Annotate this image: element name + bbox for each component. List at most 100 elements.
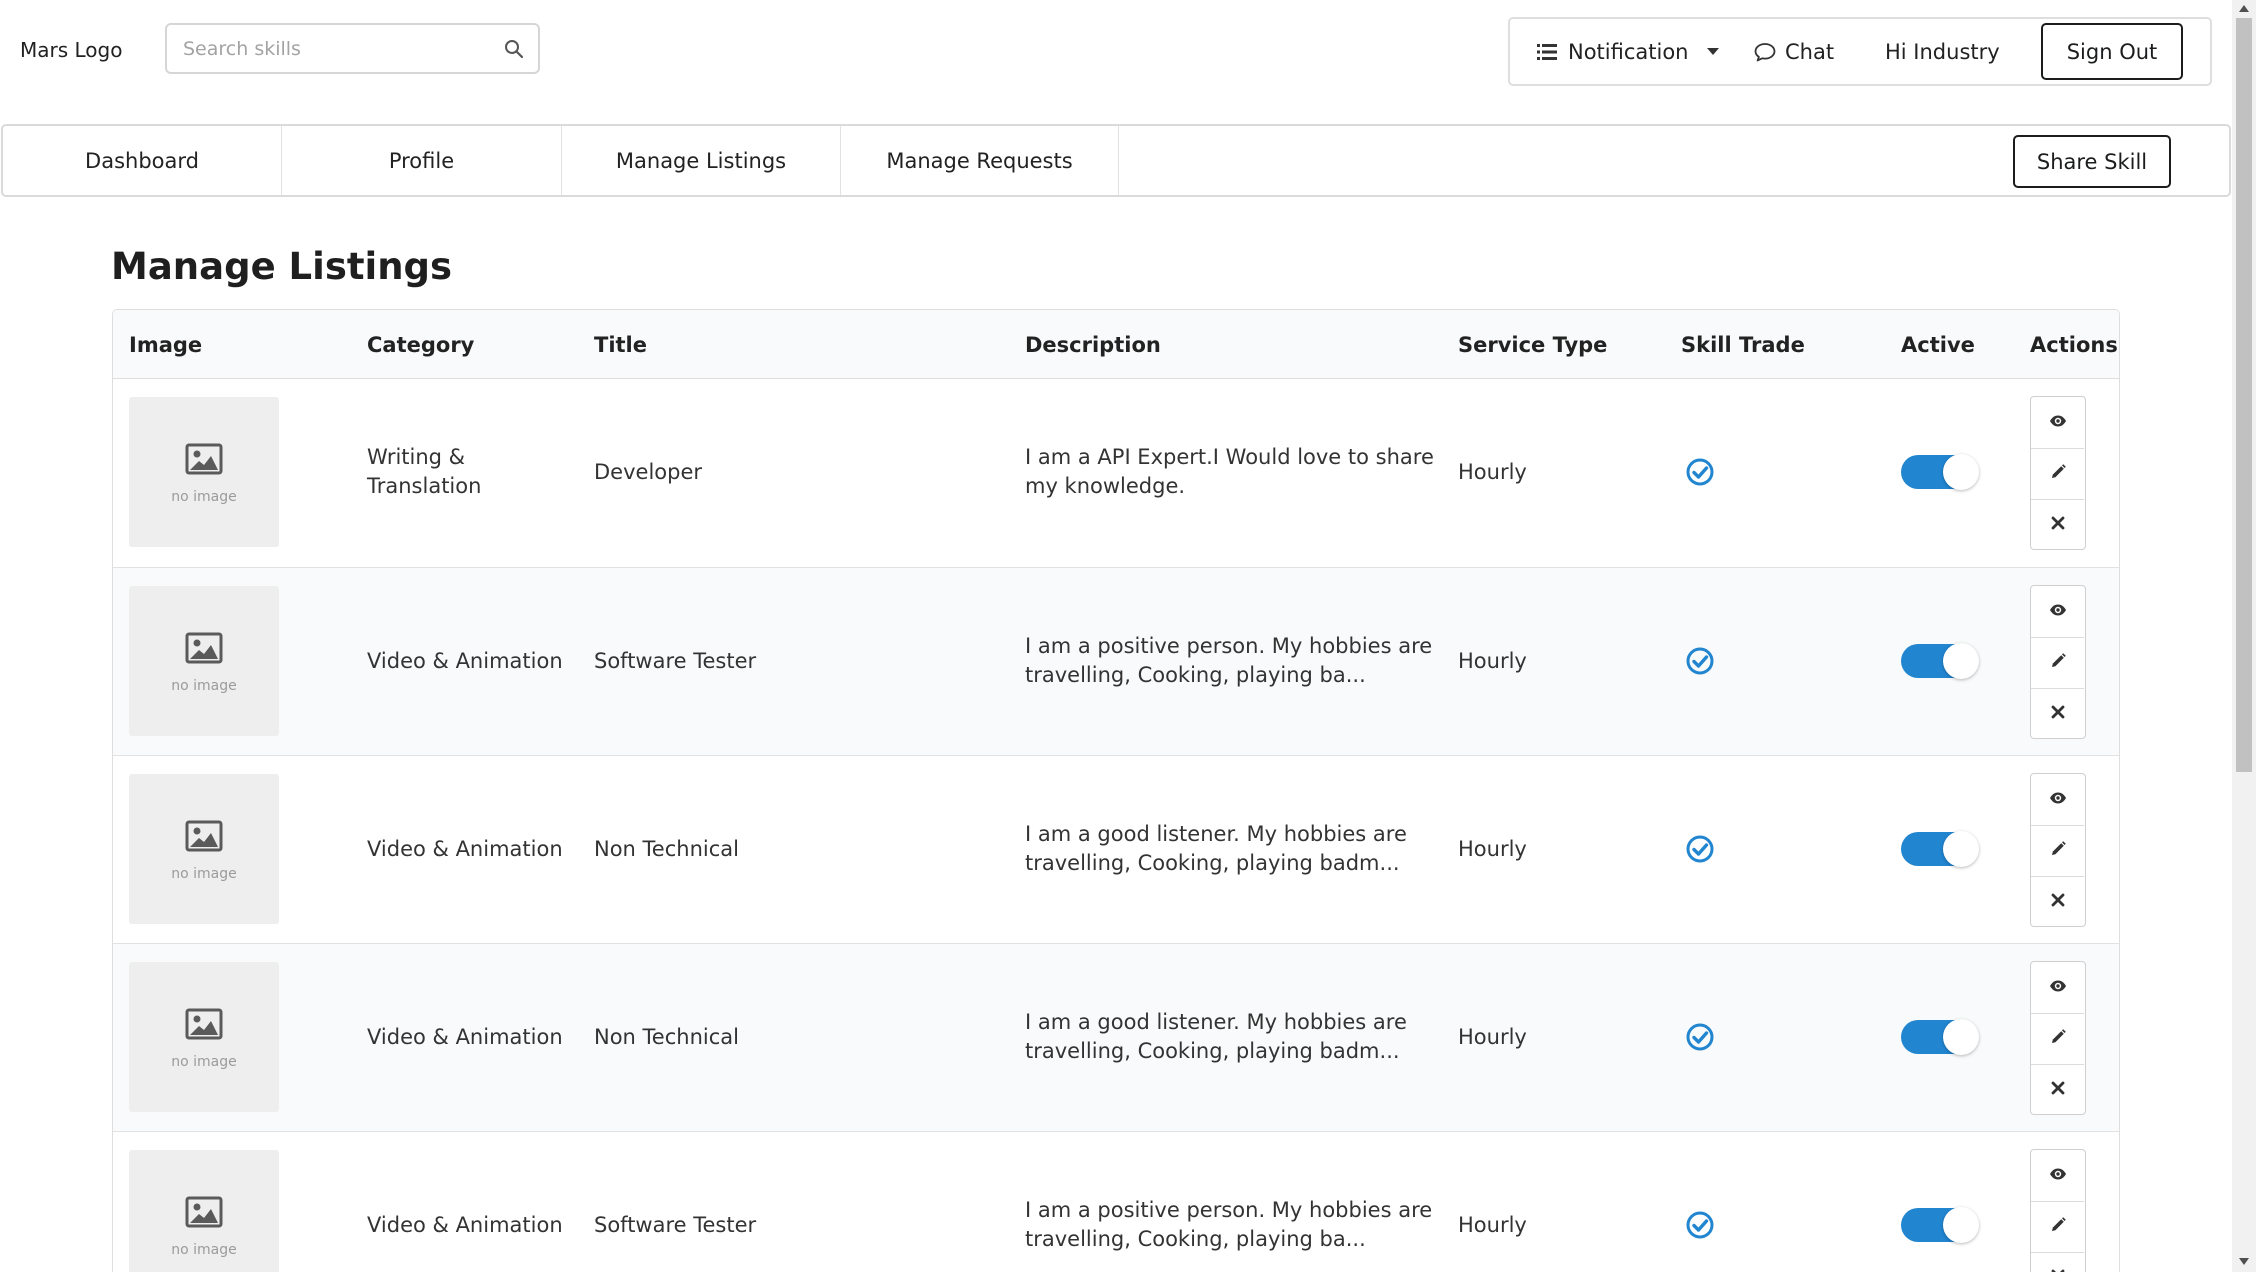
- eye-icon: [2049, 601, 2067, 623]
- image-icon: [185, 1196, 223, 1228]
- column-header-description: Description: [1025, 332, 1161, 357]
- table-row: no image Video & Animation Software Tester…: [113, 567, 2119, 755]
- close-icon: [2049, 1267, 2067, 1272]
- close-icon: [2049, 514, 2067, 536]
- search-input[interactable]: [183, 35, 483, 63]
- delete-button[interactable]: [2031, 499, 2084, 550]
- cell-title: Software Tester: [594, 648, 757, 673]
- row-actions: [2030, 773, 2086, 927]
- tab-manage-listings[interactable]: Manage Listings: [562, 126, 841, 195]
- cell-service-type: Hourly: [1458, 836, 1527, 861]
- caret-down-icon: [1706, 48, 1719, 55]
- active-toggle[interactable]: [1901, 1019, 1979, 1055]
- eye-icon: [2049, 977, 2067, 999]
- check-circle-icon: [1686, 1023, 1714, 1051]
- user-menu: Notification Chat Hi Industry Sign Out: [1508, 17, 2212, 86]
- cell-description: I am a positive person. My hobbies are t…: [1025, 1198, 1433, 1251]
- pencil-icon: [2049, 840, 2067, 862]
- toggle-knob: [1943, 1019, 1979, 1055]
- edit-button[interactable]: [2031, 1013, 2084, 1064]
- column-header-category: Category: [367, 332, 475, 357]
- check-circle-icon: [1686, 458, 1714, 486]
- image-icon: [185, 443, 223, 475]
- cell-title: Developer: [594, 459, 703, 484]
- pencil-icon: [2049, 1028, 2067, 1050]
- scroll-down-arrow-icon[interactable]: [2239, 1258, 2249, 1265]
- close-icon: [2049, 703, 2067, 725]
- toggle-knob: [1943, 1207, 1979, 1243]
- toggle-knob: [1943, 831, 1979, 867]
- search-box[interactable]: [165, 23, 540, 74]
- table-header: Image Category Title Description Service…: [113, 310, 2119, 379]
- image-icon: [185, 632, 223, 664]
- row-actions: [2030, 585, 2086, 739]
- no-image-text: no image: [171, 866, 237, 882]
- cell-category: Video & Animation: [367, 648, 563, 673]
- check-circle-icon: [1686, 835, 1714, 863]
- edit-button[interactable]: [2031, 1201, 2084, 1252]
- active-toggle[interactable]: [1901, 1207, 1979, 1243]
- cell-category: Video & Animation: [367, 836, 563, 861]
- column-header-title: Title: [594, 332, 648, 357]
- chat-bubble-icon: [1754, 42, 1776, 61]
- list-icon: [1537, 43, 1557, 60]
- search-icon[interactable]: [504, 39, 524, 59]
- sign-out-button[interactable]: Sign Out: [2041, 23, 2183, 80]
- cell-service-type: Hourly: [1458, 648, 1527, 673]
- view-button[interactable]: [2031, 962, 2084, 1013]
- view-button[interactable]: [2031, 586, 2084, 637]
- eye-icon: [2049, 1165, 2067, 1187]
- user-greeting[interactable]: Hi Industry: [1885, 19, 2000, 84]
- chat-link[interactable]: Chat: [1753, 19, 1834, 84]
- tab-profile[interactable]: Profile: [282, 126, 562, 195]
- toggle-knob: [1943, 643, 1979, 679]
- view-button[interactable]: [2031, 774, 2084, 825]
- notification-dropdown[interactable]: Notification: [1537, 19, 1719, 84]
- cell-title: Software Tester: [594, 1212, 757, 1237]
- cell-title: Non Technical: [594, 836, 739, 861]
- active-toggle[interactable]: [1901, 454, 1979, 490]
- listings-table: Image Category Title Description Service…: [112, 309, 2120, 1272]
- cell-category: Video & Animation: [367, 1212, 563, 1237]
- column-header-service-type: Service Type: [1458, 332, 1608, 357]
- scrollbar-thumb[interactable]: [2236, 18, 2252, 772]
- delete-button[interactable]: [2031, 1064, 2084, 1115]
- pencil-icon: [2049, 1216, 2067, 1238]
- cell-description: I am a good listener. My hobbies are tra…: [1025, 822, 1407, 875]
- close-icon: [2049, 891, 2067, 913]
- vertical-scrollbar[interactable]: [2232, 0, 2256, 1272]
- edit-button[interactable]: [2031, 637, 2084, 688]
- cell-description: I am a API Expert.I Would love to share …: [1025, 445, 1434, 498]
- listing-image-placeholder: no image: [129, 586, 279, 736]
- cell-category: Video & Animation: [367, 1024, 563, 1049]
- notification-label: Notification: [1568, 39, 1689, 64]
- no-image-text: no image: [171, 678, 237, 694]
- column-header-image: Image: [129, 332, 203, 357]
- listing-image-placeholder: no image: [129, 397, 279, 547]
- close-icon: [2049, 1079, 2067, 1101]
- table-row: no image Video & Animation Software Tester…: [113, 1131, 2119, 1272]
- scroll-up-arrow-icon[interactable]: [2239, 5, 2249, 12]
- pencil-icon: [2049, 652, 2067, 674]
- delete-button[interactable]: [2031, 876, 2084, 927]
- secondary-nav: Dashboard Profile Manage Listings Manage…: [1, 124, 2231, 197]
- image-icon: [185, 820, 223, 852]
- edit-button[interactable]: [2031, 448, 2084, 499]
- row-actions: [2030, 396, 2086, 550]
- active-toggle[interactable]: [1901, 831, 1979, 867]
- tab-dashboard[interactable]: Dashboard: [3, 126, 282, 195]
- site-logo[interactable]: Mars Logo: [20, 38, 122, 62]
- edit-button[interactable]: [2031, 825, 2084, 876]
- chat-label: Chat: [1785, 39, 1835, 64]
- view-button[interactable]: [2031, 1150, 2084, 1201]
- delete-button[interactable]: [2031, 1252, 2084, 1272]
- view-button[interactable]: [2031, 397, 2084, 448]
- top-header: Mars Logo Notification Chat Hi Industry …: [0, 0, 2232, 124]
- tab-manage-requests[interactable]: Manage Requests: [841, 126, 1119, 195]
- delete-button[interactable]: [2031, 688, 2084, 739]
- share-skill-button[interactable]: Share Skill: [2013, 135, 2171, 188]
- column-header-actions: Actions: [2030, 332, 2118, 357]
- active-toggle[interactable]: [1901, 643, 1979, 679]
- column-header-active: Active: [1901, 332, 1975, 357]
- cell-service-type: Hourly: [1458, 459, 1527, 484]
